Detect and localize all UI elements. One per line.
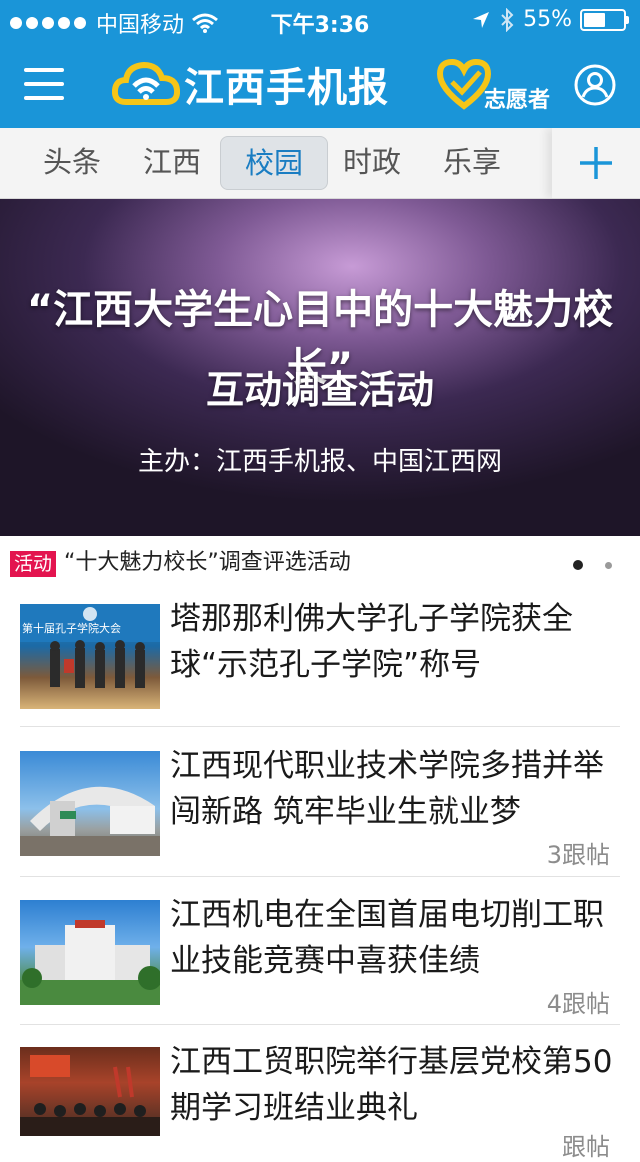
cloud-wifi-logo-icon: [112, 61, 180, 105]
comment-count: 跟帖: [562, 1133, 610, 1161]
pager-dot[interactable]: [605, 561, 612, 569]
app-header: 江西手机报 志愿者: [0, 40, 640, 128]
tab-campus[interactable]: 校园: [220, 136, 328, 190]
news-thumbnail: [20, 900, 160, 1005]
news-title: 江西现代职业技术学院多措并举闯新路 筑牢毕业生就业梦: [170, 748, 604, 830]
news-title: 江西工贸职院举行基层党校第50期学习班结业典礼: [170, 1044, 613, 1126]
news-item[interactable]: 江西现代职业技术学院多措并举闯新路 筑牢毕业生就业梦 3跟帖: [20, 748, 620, 877]
news-item[interactable]: 江西工贸职院举行基层党校第50期学习班结业典礼 跟帖: [20, 1044, 620, 1161]
news-title: 塔那那利佛大学孔子学院获全球“示范孔子学院”称号: [170, 601, 573, 683]
app-title: 江西手机报: [184, 65, 389, 111]
carousel-pager[interactable]: [573, 560, 612, 570]
add-tab-button[interactable]: [552, 128, 640, 198]
featured-banner[interactable]: “江西大学生心目中的十大魅力校长” 互动调查活动 主办：江西手机报、中国江西网: [0, 199, 640, 536]
volunteer-button[interactable]: 志愿者: [436, 54, 556, 114]
tab-leisure[interactable]: 乐享: [428, 136, 516, 188]
menu-button[interactable]: [24, 68, 64, 100]
news-item[interactable]: 第十届孔子学院大会 塔那那利佛大学孔子学院获全球“示范孔子学院”称号: [20, 601, 620, 727]
status-bar: 中国移动 下午3:36 55%: [0, 0, 640, 40]
news-thumbnail: 第十届孔子学院大会: [20, 604, 160, 709]
volunteer-label: 志愿者: [484, 88, 551, 113]
tab-politics[interactable]: 时政: [328, 136, 416, 188]
plus-icon: [580, 147, 612, 179]
tab-headlines[interactable]: 头条: [28, 136, 116, 188]
news-thumbnail: [20, 751, 160, 856]
thumbnail-caption: 第十届孔子学院大会: [22, 622, 121, 635]
news-thumbnail: [20, 1047, 160, 1136]
tab-jiangxi[interactable]: 江西: [128, 136, 216, 188]
news-title: 江西机电在全国首届电切削工职业技能竞赛中喜获佳绩: [170, 897, 604, 979]
top-bar: 中国移动 下午3:36 55% 江西手机报 志愿者: [0, 0, 640, 128]
comment-count: 3跟帖: [546, 841, 610, 869]
battery-fill: [584, 12, 605, 27]
category-tabs: 头条 江西 校园 时政 乐享 环: [0, 128, 640, 199]
bluetooth-icon: [501, 7, 514, 32]
event-badge: 活动: [10, 551, 57, 577]
app-logo: 江西手机报: [112, 54, 412, 114]
comment-count: 4跟帖: [546, 990, 610, 1018]
battery-icon: [580, 8, 629, 31]
banner-caption[interactable]: 活动 “十大魅力校长”调查评选活动: [0, 536, 640, 592]
banner-caption-text: “十大魅力校长”调查评选活动: [64, 550, 351, 575]
banner-organizer: 主办：江西手机报、中国江西网: [137, 447, 502, 477]
location-arrow-icon: [473, 11, 490, 28]
banner-subheadline: 互动调查活动: [205, 368, 434, 412]
user-profile-icon[interactable]: [574, 64, 616, 106]
battery-percentage: 55%: [523, 7, 572, 32]
pager-dot-active[interactable]: [573, 560, 583, 570]
news-item[interactable]: 江西机电在全国首届电切削工职业技能竞赛中喜获佳绩 4跟帖: [20, 897, 620, 1025]
